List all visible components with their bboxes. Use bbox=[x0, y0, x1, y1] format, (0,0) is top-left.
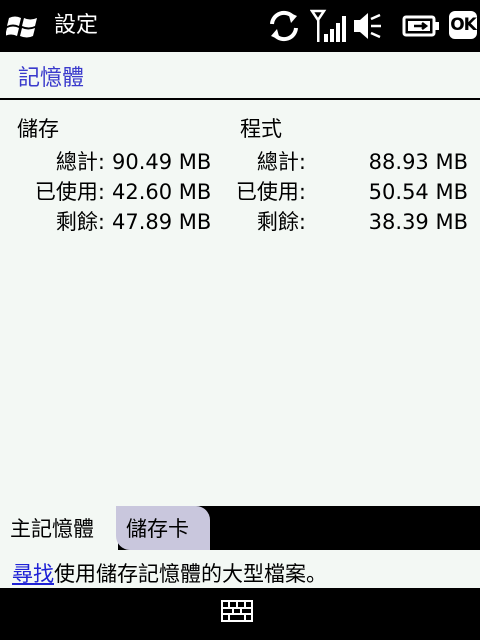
find-link[interactable]: 尋找 bbox=[12, 562, 54, 586]
program-section-title: 程式 bbox=[240, 117, 282, 141]
program-total-label: 總計: bbox=[256, 150, 306, 174]
page-heading: 記憶體 bbox=[18, 66, 85, 91]
softkey-bar bbox=[0, 588, 480, 640]
storage-free-label: 剩餘: bbox=[55, 210, 105, 234]
program-total-value: 88.93 MB bbox=[368, 150, 468, 174]
program-used-label: 已使用: bbox=[235, 180, 306, 204]
keyboard-icon[interactable] bbox=[221, 599, 253, 623]
volume-muted-icon[interactable] bbox=[352, 8, 382, 44]
window-title: 設定 bbox=[54, 13, 99, 38]
tab-bar: 主記憶體 儲存卡 bbox=[0, 506, 480, 550]
find-large-files-hint: 尋找使用儲存記憶體的大型檔案。 bbox=[12, 559, 327, 589]
hint-text: 使用儲存記憶體的大型檔案。 bbox=[54, 562, 327, 586]
windows-start-icon[interactable] bbox=[6, 10, 40, 42]
tab-storage-card[interactable]: 儲存卡 bbox=[116, 506, 210, 550]
program-used-value: 50.54 MB bbox=[368, 180, 468, 204]
heading-divider bbox=[0, 98, 480, 100]
sync-icon[interactable] bbox=[266, 8, 302, 44]
battery-charging-icon[interactable] bbox=[402, 8, 442, 44]
storage-used-value: 42.60 MB bbox=[112, 180, 212, 204]
ok-button[interactable]: OK bbox=[449, 11, 477, 39]
program-free-value: 38.39 MB bbox=[368, 210, 468, 234]
storage-used-label: 已使用: bbox=[34, 180, 105, 204]
storage-free-value: 47.89 MB bbox=[112, 210, 212, 234]
storage-section-title: 儲存 bbox=[17, 117, 59, 141]
storage-total-value: 90.49 MB bbox=[112, 150, 212, 174]
storage-total-label: 總計: bbox=[55, 150, 105, 174]
program-free-label: 剩餘: bbox=[256, 210, 306, 234]
signal-icon[interactable] bbox=[310, 8, 346, 44]
tab-main-memory[interactable]: 主記憶體 bbox=[0, 506, 118, 550]
title-bar: 設定 OK bbox=[0, 0, 480, 52]
